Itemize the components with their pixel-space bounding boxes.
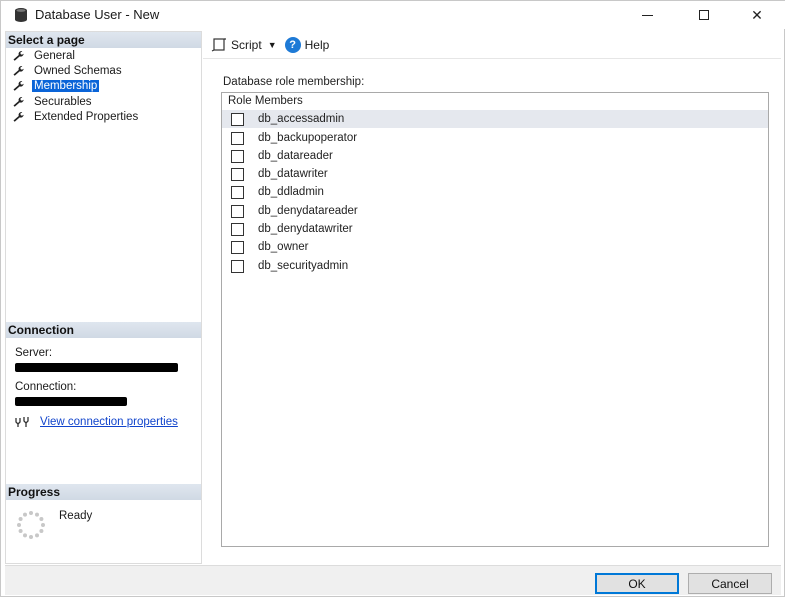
page-item-securables[interactable]: Securables (12, 94, 94, 109)
role-row[interactable]: db_datareader (222, 147, 768, 165)
role-checkbox[interactable] (231, 112, 244, 126)
progress-header: Progress (6, 484, 201, 500)
role-row[interactable]: db_denydatawriter (222, 220, 768, 238)
page-item-membership[interactable]: Membership (12, 78, 100, 93)
script-label: Script (231, 37, 262, 52)
page-item-label: Securables (34, 95, 92, 108)
page-selector-panel: Select a page General Owned Schemas Memb… (5, 31, 202, 564)
select-page-header: Select a page (6, 32, 201, 48)
server-value-redacted (15, 363, 178, 372)
help-icon: ? (284, 36, 301, 53)
maximize-icon (699, 10, 709, 20)
view-connection-properties[interactable]: View connection properties (14, 416, 178, 428)
page-item-extended-properties[interactable]: Extended Properties (12, 109, 140, 124)
role-checkbox[interactable] (231, 204, 244, 218)
role-name: db_denydatareader (258, 205, 358, 217)
help-label: Help (304, 37, 330, 52)
progress-spinner-icon (17, 511, 45, 539)
wrench-icon (13, 65, 24, 76)
connection-label: Connection: (15, 381, 77, 393)
wrench-icon (13, 80, 24, 91)
role-checkbox[interactable] (231, 259, 244, 273)
dialog-footer: OK Cancel (5, 565, 781, 595)
page-item-general[interactable]: General (12, 48, 77, 63)
cancel-button[interactable]: Cancel (688, 573, 772, 594)
window-title: Database User - New (35, 7, 160, 22)
help-button[interactable]: ? Help (284, 36, 330, 53)
role-row[interactable]: db_datawriter (222, 165, 768, 183)
role-row[interactable]: db_backupoperator (222, 129, 768, 147)
close-icon: ✕ (751, 6, 763, 23)
connection-header: Connection (6, 322, 201, 338)
dialog-window: Database User - New ✕ Select a page Gene… (0, 0, 785, 597)
role-name: db_datawriter (258, 168, 328, 180)
script-icon (211, 37, 226, 52)
connection-value-redacted (15, 397, 127, 406)
role-name: db_ddladmin (258, 186, 324, 198)
role-name: db_backupoperator (258, 132, 358, 144)
page-item-label: Owned Schemas (34, 64, 122, 77)
role-checkbox[interactable] (231, 240, 244, 254)
role-row[interactable]: db_denydatareader (222, 202, 768, 220)
progress-status: Ready (59, 510, 93, 522)
role-checkbox[interactable] (231, 167, 244, 181)
page-item-label: Membership (32, 79, 100, 92)
server-label: Server: (15, 347, 53, 359)
page-item-owned-schemas[interactable]: Owned Schemas (12, 63, 124, 78)
minimize-button[interactable] (624, 1, 670, 29)
role-checkbox[interactable] (231, 222, 244, 236)
wrench-icon (13, 96, 24, 107)
wrench-icon (13, 50, 24, 61)
role-name: db_datareader (258, 150, 333, 162)
role-checkbox[interactable] (231, 185, 244, 199)
page-item-label: Extended Properties (34, 110, 139, 123)
role-row[interactable]: db_accessadmin (222, 110, 768, 128)
view-connection-properties-link[interactable]: View connection properties (40, 416, 178, 428)
role-name: db_accessadmin (258, 113, 345, 125)
role-name: db_owner (258, 241, 309, 253)
script-dropdown-caret-icon[interactable]: ▼ (268, 40, 277, 50)
close-button[interactable]: ✕ (734, 1, 780, 29)
minimize-icon (641, 14, 653, 16)
ok-button[interactable]: OK (595, 573, 679, 594)
role-checkbox[interactable] (231, 131, 244, 145)
list-header: Role Members (228, 95, 303, 107)
membership-content: Database role membership: Role Members d… (203, 60, 781, 564)
role-name: db_securityadmin (258, 260, 349, 272)
role-row[interactable]: db_owner (222, 238, 768, 256)
toolbar: Script ▼ ? Help (203, 31, 781, 59)
role-row[interactable]: db_ddladmin (222, 183, 768, 201)
script-button[interactable]: Script (211, 38, 262, 52)
plug-icon (15, 417, 29, 427)
role-membership-label: Database role membership: (223, 76, 365, 88)
wrench-icon (13, 111, 24, 122)
role-name: db_denydatawriter (258, 223, 353, 235)
title-bar: Database User - New ✕ (1, 1, 785, 29)
page-item-label: General (34, 49, 75, 62)
maximize-button[interactable] (681, 1, 727, 29)
database-cylinder-icon (15, 8, 27, 22)
role-members-list[interactable]: Role Members db_accessadmin db_backupope… (221, 92, 769, 547)
role-row[interactable]: db_securityadmin (222, 257, 768, 275)
role-checkbox[interactable] (231, 149, 244, 163)
